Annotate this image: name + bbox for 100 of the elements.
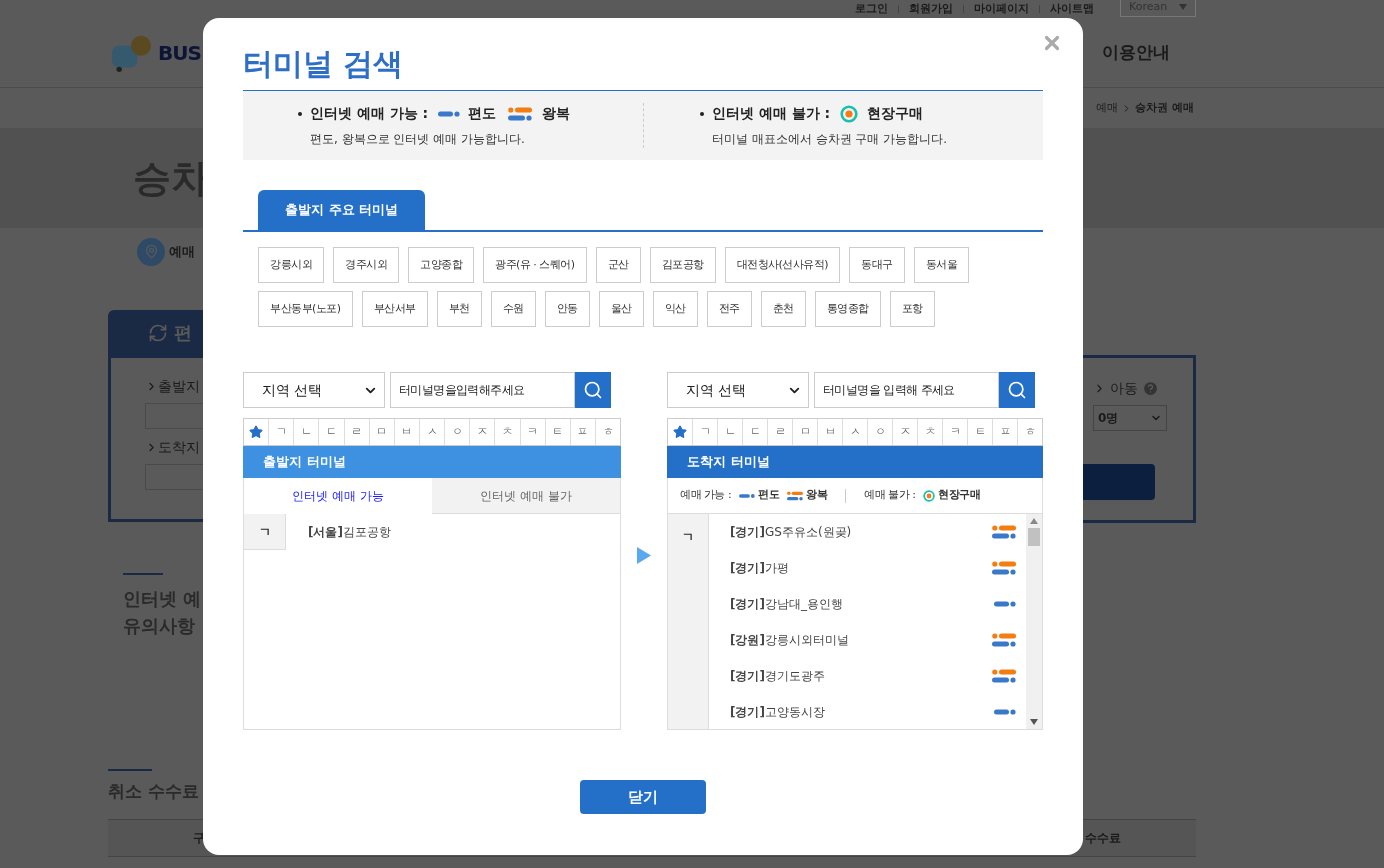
legend-label: 현장구매: [867, 104, 924, 123]
filter-tab[interactable]: 인터넷 예매 불가: [432, 478, 620, 514]
scrollbar[interactable]: [1026, 514, 1042, 729]
terminal-chip[interactable]: 동대구: [849, 247, 905, 283]
terminal-chip[interactable]: 고양종합: [408, 247, 474, 283]
consonant-tab[interactable]: ㅋ: [943, 419, 968, 445]
terminal-chip[interactable]: 군산: [595, 247, 641, 283]
round-trip-icon: [992, 669, 1016, 683]
legend-label: 왕복: [806, 487, 828, 504]
scroll-down-icon: [1030, 719, 1038, 725]
consonant-tab[interactable]: ㅎ: [1018, 419, 1042, 445]
legend-label: 왕복: [542, 104, 571, 123]
panel-header: 출발지 터미널: [243, 446, 621, 478]
close-button[interactable]: 닫기: [580, 780, 706, 814]
consonant-tab[interactable]: ㅂ: [394, 419, 420, 445]
terminal-item[interactable]: [경기]가평: [709, 550, 1026, 586]
search-button[interactable]: [575, 372, 611, 408]
consonant-tab[interactable]: ㅂ: [818, 419, 843, 445]
consonant-tab[interactable]: ㄱ: [269, 419, 295, 445]
legend-label: 편도: [468, 104, 497, 123]
help-icon: [1142, 380, 1159, 397]
star-icon: [673, 425, 687, 439]
terminal-chip[interactable]: 익산: [652, 291, 698, 327]
logo-text: BUS: [158, 39, 201, 67]
consonant-tab[interactable]: ㅋ: [520, 419, 546, 445]
bullet-icon: [298, 111, 302, 116]
terminal-item[interactable]: [서울]김포공항: [286, 514, 391, 550]
consonant-tab[interactable]: ㅇ: [868, 419, 893, 445]
terminal-item[interactable]: [경기]경기도광주: [709, 658, 1026, 694]
region-select[interactable]: 지역 선택: [667, 372, 809, 408]
search-icon: [1007, 380, 1027, 400]
search-field[interactable]: 터미널명을입력해주세요: [390, 372, 575, 408]
field-label: 출발지: [158, 377, 200, 396]
consonant-tab[interactable]: ㄹ: [344, 419, 370, 445]
terminal-item[interactable]: [강원]강릉시외터미널: [709, 622, 1026, 658]
consonant-tab[interactable]: ㅌ: [968, 419, 993, 445]
consonant-tab[interactable]: ㄷ: [743, 419, 768, 445]
one-way-icon: [438, 110, 461, 117]
consonant-tab[interactable]: ㅎ: [595, 419, 621, 445]
terminal-chip[interactable]: 대전청사(선사유적): [724, 247, 841, 283]
consonant-tab[interactable]: ㄱ: [693, 419, 718, 445]
legend-label: 편도: [758, 487, 780, 504]
consonant-tab[interactable]: ㅊ: [918, 419, 943, 445]
consonant-tab[interactable]: ㄴ: [718, 419, 743, 445]
consonant-tab[interactable]: ㅈ: [893, 419, 918, 445]
consonant-tab[interactable]: ㅁ: [369, 419, 395, 445]
terminal-chip[interactable]: 포항: [889, 291, 935, 327]
caret-icon: [1179, 4, 1187, 10]
field-label: 도착지: [158, 438, 200, 457]
consonant-tab[interactable]: ㅍ: [570, 419, 596, 445]
legend-label: 인터넷 예매 가능 :: [310, 104, 429, 123]
terminal-chip[interactable]: 부산동부(노포): [258, 291, 353, 327]
search-field[interactable]: 터미널명을 입력해 주세요: [814, 372, 999, 408]
terminal-item[interactable]: [경기]강남대_용인행: [709, 586, 1026, 622]
consonant-tab[interactable]: ㅁ: [793, 419, 818, 445]
terminal-chip[interactable]: 수원: [490, 291, 536, 327]
search-button[interactable]: [999, 372, 1035, 408]
terminal-chip[interactable]: 부천: [436, 291, 482, 327]
consonant-tab[interactable]: ㅍ: [993, 419, 1018, 445]
consonant-tab[interactable]: ㅈ: [470, 419, 496, 445]
terminal-item[interactable]: [경기]GS주유소(원곶): [709, 514, 1026, 550]
terminal-chip[interactable]: 통영종합: [814, 291, 881, 327]
modal-title: 터미널 검색: [243, 45, 405, 83]
round-trip-icon: [992, 633, 1016, 647]
consonant-tab[interactable]: ㅊ: [495, 419, 521, 445]
round-trip-icon: [992, 561, 1016, 575]
consonant-tab[interactable]: ㅌ: [545, 419, 571, 445]
refresh-icon: [148, 322, 168, 343]
legend-note: 터미널 매표소에서 승차권 구매 가능합니다.: [711, 131, 949, 148]
consonant-tab[interactable]: ㅅ: [843, 419, 868, 445]
one-way-icon: [739, 492, 756, 499]
field-label: 아동: [1110, 379, 1138, 398]
consonant-tab[interactable]: ㄹ: [768, 419, 793, 445]
terminal-chip[interactable]: 전주: [706, 291, 752, 327]
legend-label: 인터넷 예매 불가 :: [712, 104, 831, 123]
consonant-tab[interactable]: ㄷ: [319, 419, 345, 445]
pin-icon: [137, 237, 165, 266]
consonant-tab[interactable]: ㄴ: [294, 419, 320, 445]
scrollbar-thumb[interactable]: [1028, 528, 1040, 546]
terminal-chip[interactable]: 울산: [598, 291, 644, 327]
terminal-tab[interactable]: 출발지 주요 터미널: [258, 190, 426, 230]
one-way-icon: [994, 709, 1016, 715]
index-cell: ㄱ: [244, 514, 286, 550]
terminal-chip[interactable]: 안동: [544, 291, 590, 327]
terminal-item[interactable]: [경기]고양동시장: [709, 694, 1026, 730]
column-header: 구: [193, 829, 205, 847]
terminal-chip[interactable]: 김포공항: [649, 247, 716, 283]
scroll-up-icon: [1030, 518, 1038, 524]
terminal-chip[interactable]: 경주시외: [333, 247, 399, 283]
consonant-tab[interactable]: ㅇ: [445, 419, 471, 445]
terminal-chip[interactable]: 동서울: [913, 247, 970, 283]
terminal-chip[interactable]: 강릉시외: [258, 247, 324, 283]
legend-label: 예매 불가 :: [864, 487, 916, 504]
region-select[interactable]: 지역 선택: [243, 372, 385, 408]
terminal-chip[interactable]: 부산서부: [361, 291, 428, 327]
arrow-right-icon: [637, 546, 651, 564]
terminal-chip[interactable]: 춘천: [760, 291, 806, 327]
consonant-tab[interactable]: ㅅ: [420, 419, 446, 445]
star-icon: [249, 425, 264, 439]
terminal-chip[interactable]: 광주(유 · 스퀘어): [483, 247, 587, 283]
